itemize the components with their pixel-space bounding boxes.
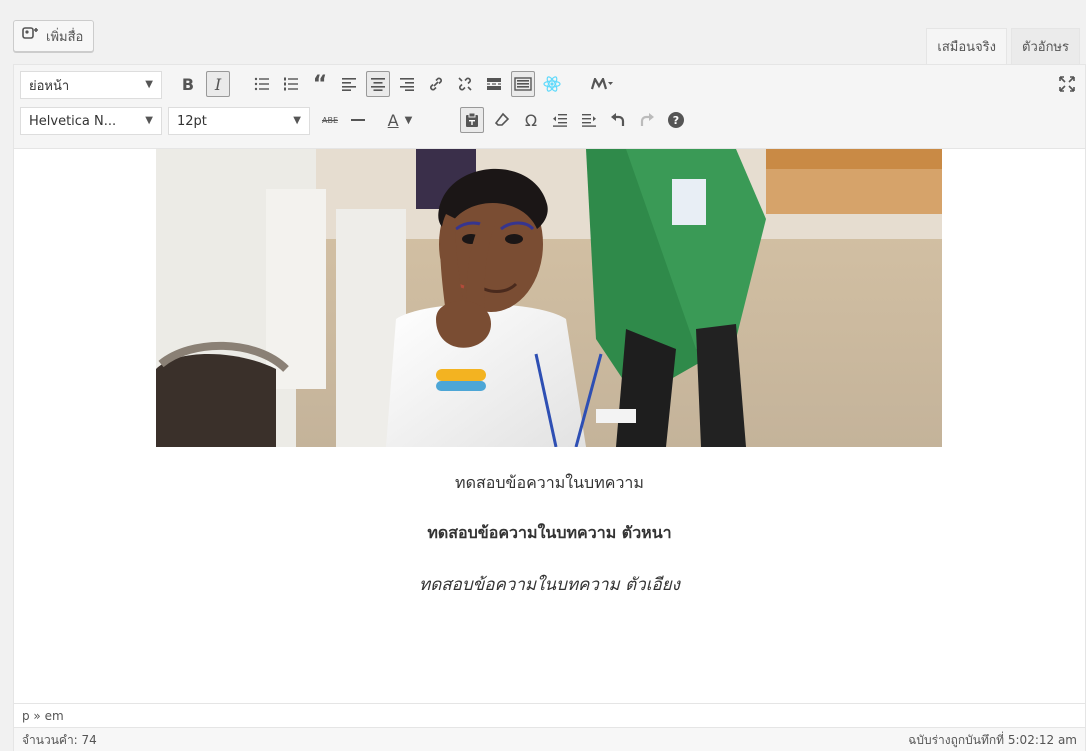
outdent-button[interactable]	[548, 107, 572, 133]
format-select-value: ย่อหน้า	[29, 78, 70, 94]
text-color-button[interactable]: A ▼	[380, 107, 420, 133]
chevron-down-icon: ▼	[145, 79, 153, 90]
bulleted-list-button[interactable]	[250, 71, 274, 97]
draft-saved-status: ฉบับร่างถูกบันทึกที่ 5:02:12 am	[908, 732, 1077, 747]
clipboard-icon	[466, 112, 478, 127]
eraser-icon	[494, 112, 510, 126]
add-media-icon	[22, 26, 40, 46]
react-icon	[543, 76, 561, 92]
read-more-icon	[487, 78, 501, 90]
photo-image	[156, 149, 942, 447]
content-paragraph-bold[interactable]: ทดสอบข้อความในบทความ ตัวหนา	[14, 521, 1085, 546]
inserted-photo[interactable]	[156, 149, 942, 447]
react-plugin-button[interactable]	[540, 71, 564, 97]
insert-read-more-button[interactable]	[482, 71, 506, 97]
unlink-icon	[458, 77, 472, 91]
text-color-label: A	[387, 110, 399, 130]
numbered-list-icon	[284, 77, 298, 91]
help-button[interactable]: ?	[664, 107, 688, 133]
outdent-icon	[553, 114, 567, 127]
chevron-down-icon: ▼	[404, 114, 413, 126]
align-right-button[interactable]	[395, 71, 419, 97]
element-path[interactable]: p » em	[22, 709, 64, 723]
horizontal-line-button[interactable]	[346, 107, 370, 133]
editor-top-bar: เพิ่มสื่อ เสมือนจริง ตัวอักษร	[0, 0, 1086, 64]
paste-as-text-button[interactable]	[460, 107, 484, 133]
toolbar-toggle-button[interactable]	[511, 71, 535, 97]
tab-text[interactable]: ตัวอักษร	[1011, 28, 1080, 64]
keyboard-icon	[514, 77, 532, 91]
plugin-menu-button[interactable]	[582, 71, 622, 97]
redo-icon	[640, 113, 654, 126]
font-family-select[interactable]: Helvetica N... ▼	[20, 107, 162, 135]
help-icon: ?	[668, 112, 684, 128]
blockquote-button[interactable]: “	[308, 71, 332, 97]
italic-button[interactable]: I	[206, 71, 230, 97]
tab-visual[interactable]: เสมือนจริง	[926, 28, 1008, 64]
format-select[interactable]: ย่อหน้า ▼	[20, 71, 162, 99]
special-character-button[interactable]: Ω	[519, 107, 543, 133]
bold-button[interactable]: B	[176, 71, 200, 97]
align-right-icon	[400, 78, 414, 91]
add-media-label: เพิ่มสื่อ	[46, 29, 84, 45]
word-count: จำนวนคำ: 74	[22, 732, 97, 747]
strikethrough-button[interactable]: ABE	[318, 107, 342, 133]
fullscreen-button[interactable]	[1055, 71, 1079, 97]
add-media-button[interactable]: เพิ่มสื่อ	[13, 20, 95, 52]
indent-icon	[582, 114, 596, 127]
chevron-down-icon: ▼	[293, 115, 301, 126]
align-center-button[interactable]	[366, 71, 390, 97]
clear-formatting-button[interactable]	[490, 107, 514, 133]
align-left-button[interactable]	[337, 71, 361, 97]
remove-link-button[interactable]	[453, 71, 477, 97]
bulleted-list-icon	[254, 77, 269, 91]
link-icon	[430, 77, 442, 91]
font-family-select-value: Helvetica N...	[29, 113, 117, 129]
rich-text-editor: ย่อหน้า ▼ B I “ Helvetica N... ▼ 12pt ▼ …	[13, 64, 1086, 751]
plugin-menu-icon	[591, 78, 613, 90]
align-left-icon	[342, 78, 356, 91]
toolbar-row-1: ย่อหน้า ▼ B I “	[14, 71, 1085, 105]
undo-icon	[611, 113, 625, 126]
insert-link-button[interactable]	[424, 71, 448, 97]
editor-content-area[interactable]: ทดสอบข้อความในบทความ ทดสอบข้อความในบทควา…	[14, 149, 1085, 703]
undo-button[interactable]	[606, 107, 630, 133]
horizontal-line-icon	[351, 119, 365, 121]
editor-footer: จำนวนคำ: 74 ฉบับร่างถูกบันทึกที่ 5:02:12…	[14, 727, 1085, 751]
numbered-list-button[interactable]	[279, 71, 303, 97]
editor-toolbar: ย่อหน้า ▼ B I “ Helvetica N... ▼ 12pt ▼ …	[14, 65, 1085, 149]
align-center-icon	[371, 78, 385, 91]
redo-button[interactable]	[635, 107, 659, 133]
element-path-bar: p » em	[14, 703, 1085, 727]
chevron-down-icon: ▼	[145, 115, 153, 126]
fullscreen-icon	[1059, 76, 1075, 92]
content-paragraph-italic[interactable]: ทดสอบข้อความในบทความ ตัวเอียง	[14, 571, 1085, 598]
editor-tabs: เสมือนจริง ตัวอักษร	[922, 28, 1080, 64]
font-size-select[interactable]: 12pt ▼	[168, 107, 310, 135]
font-size-select-value: 12pt	[177, 113, 207, 129]
toolbar-row-2: Helvetica N... ▼ 12pt ▼ ABE A ▼ Ω ?	[14, 107, 1085, 141]
content-paragraph-plain[interactable]: ทดสอบข้อความในบทความ	[14, 471, 1085, 496]
indent-button[interactable]	[577, 107, 601, 133]
